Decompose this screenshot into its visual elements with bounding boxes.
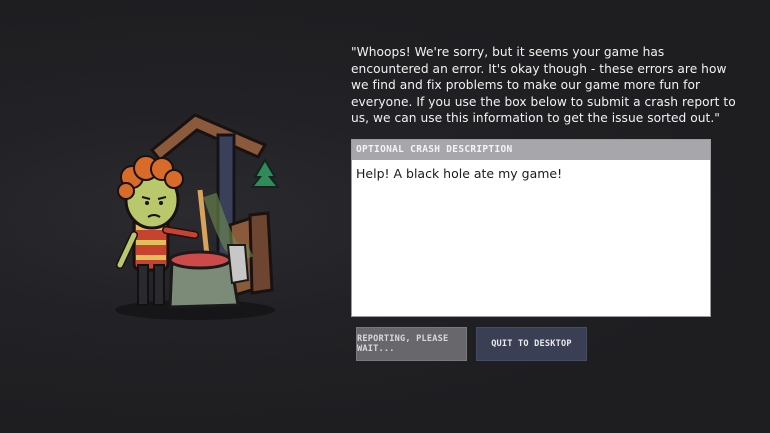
- error-message-line: we find and fix problems to make our gam…: [351, 78, 701, 93]
- error-message: "Whoops! We're sorry, but it seems your …: [351, 44, 736, 127]
- crash-description-panel: OPTIONAL CRASH DESCRIPTION Help! A black…: [351, 139, 711, 317]
- crash-description-input[interactable]: Help! A black hole ate my game!: [352, 160, 710, 316]
- error-message-line: everyone. If you use the box below to su…: [351, 94, 736, 109]
- duplicant-mop-bucket-illustration: [115, 113, 281, 320]
- crash-report-screen: "Whoops! We're sorry, but it seems your …: [0, 0, 770, 433]
- error-message-line: encountered an error. It's okay though -…: [351, 61, 727, 76]
- error-message-line: us, we can use this information to get t…: [351, 111, 720, 126]
- pine-tree-icon: [249, 158, 281, 188]
- report-button[interactable]: REPORTING, PLEASE WAIT...: [356, 327, 467, 361]
- quit-to-desktop-button[interactable]: QUIT TO DESKTOP: [476, 327, 587, 361]
- bucket-icon: [168, 244, 250, 309]
- error-message-line: "Whoops! We're sorry, but it seems your …: [351, 45, 665, 59]
- crash-description-header: OPTIONAL CRASH DESCRIPTION: [352, 140, 710, 160]
